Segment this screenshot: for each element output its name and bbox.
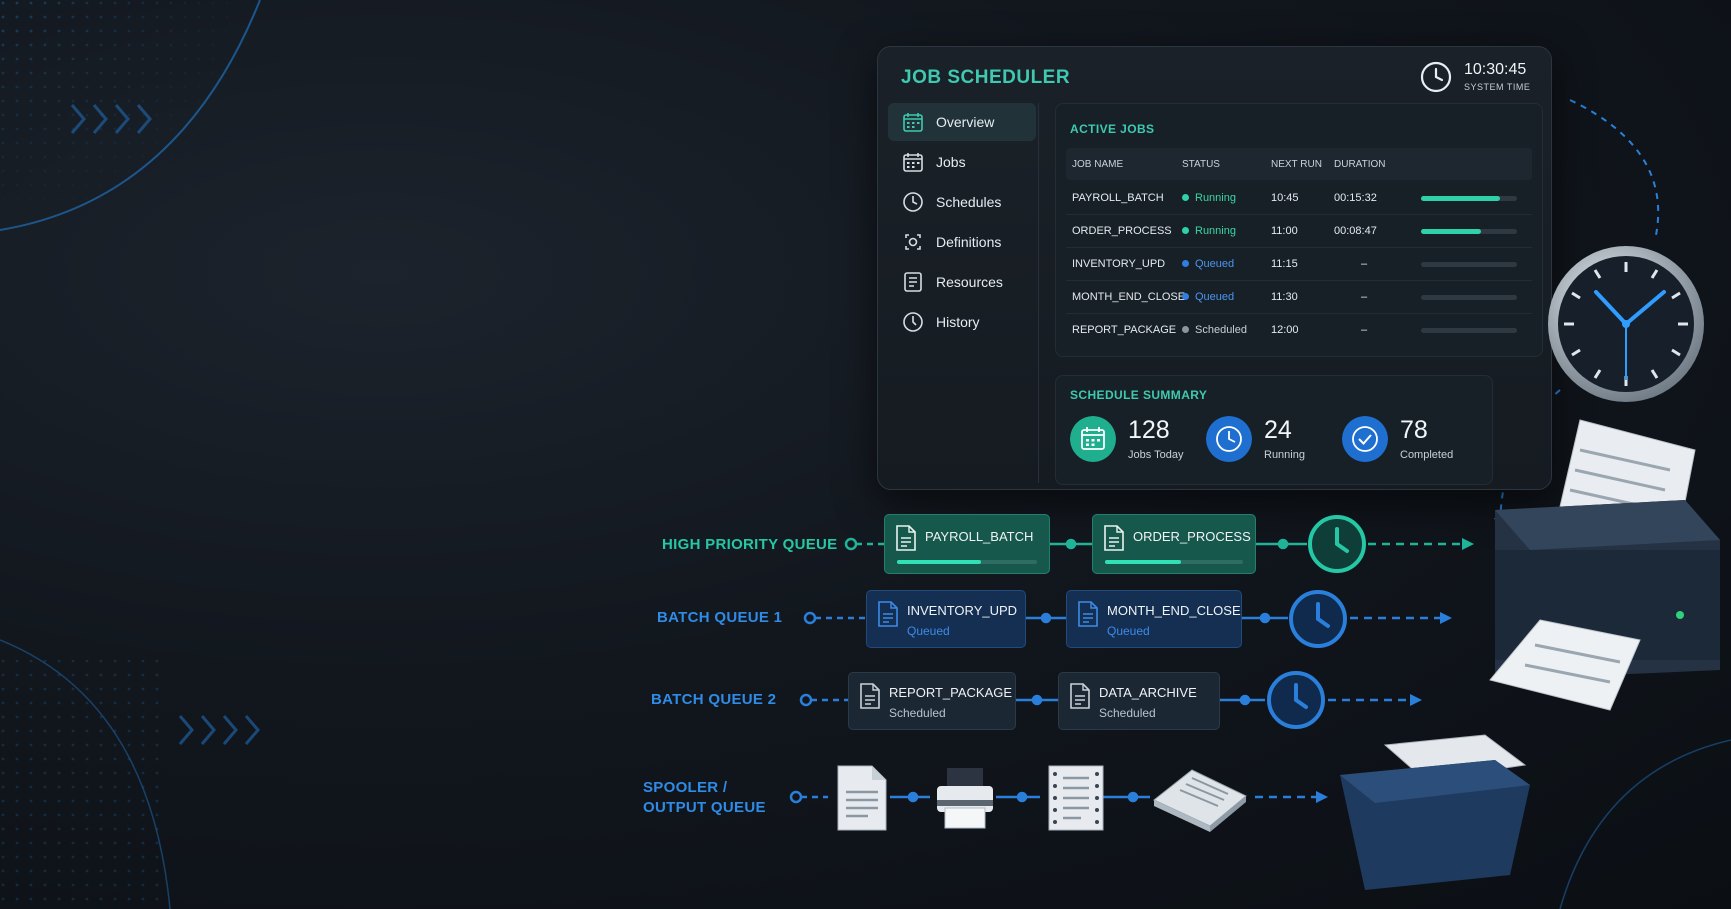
paper-stack-icon (1153, 769, 1247, 832)
progress-bar (897, 560, 1037, 564)
printer-icon (937, 768, 993, 829)
document-icon (860, 683, 880, 709)
spooler-queue-label: SPOOLER / OUTPUT QUEUE (643, 778, 766, 818)
clock-icon (1289, 590, 1347, 648)
clock-icon (1308, 515, 1366, 573)
job-status: Queued (1107, 624, 1150, 638)
spooler-label-line: OUTPUT QUEUE (643, 799, 766, 816)
queue-job-card[interactable]: ORDER_PROCESS (1092, 514, 1256, 574)
spooler-label-line: SPOOLER / (643, 779, 728, 796)
batch-queue-2-label: BATCH QUEUE 2 (651, 691, 777, 708)
progress-fill (1105, 560, 1181, 564)
job-status: Scheduled (1099, 706, 1156, 720)
batch-queue-1-label: BATCH QUEUE 1 (657, 609, 783, 626)
document-icon (837, 765, 887, 831)
job-name: PAYROLL_BATCH (925, 529, 1034, 544)
progress-bar (1105, 560, 1243, 564)
document-icon (878, 601, 898, 627)
continuous-form-icon (1048, 765, 1104, 831)
job-name: MONTH_END_CLOSE (1107, 603, 1241, 618)
document-icon (1070, 683, 1090, 709)
document-icon (1078, 601, 1098, 627)
document-icon (1104, 525, 1124, 551)
job-status: Queued (907, 624, 950, 638)
queue-job-card[interactable]: INVENTORY_UPD Queued (866, 590, 1026, 648)
queue-job-card[interactable]: REPORT_PACKAGE Scheduled (848, 672, 1016, 730)
queue-job-card[interactable]: DATA_ARCHIVE Scheduled (1058, 672, 1220, 730)
job-name: INVENTORY_UPD (907, 603, 1018, 618)
job-name: ORDER_PROCESS (1133, 529, 1251, 544)
queue-job-card[interactable]: PAYROLL_BATCH (884, 514, 1050, 574)
high-priority-queue-label: HIGH PRIORITY QUEUE (662, 536, 838, 553)
job-status: Scheduled (889, 706, 946, 720)
queue-job-card[interactable]: MONTH_END_CLOSE Queued (1066, 590, 1242, 648)
clock-icon (1267, 671, 1325, 729)
job-name: REPORT_PACKAGE (889, 685, 1013, 700)
document-icon (896, 525, 916, 551)
job-name: DATA_ARCHIVE (1099, 685, 1197, 700)
progress-fill (897, 560, 981, 564)
